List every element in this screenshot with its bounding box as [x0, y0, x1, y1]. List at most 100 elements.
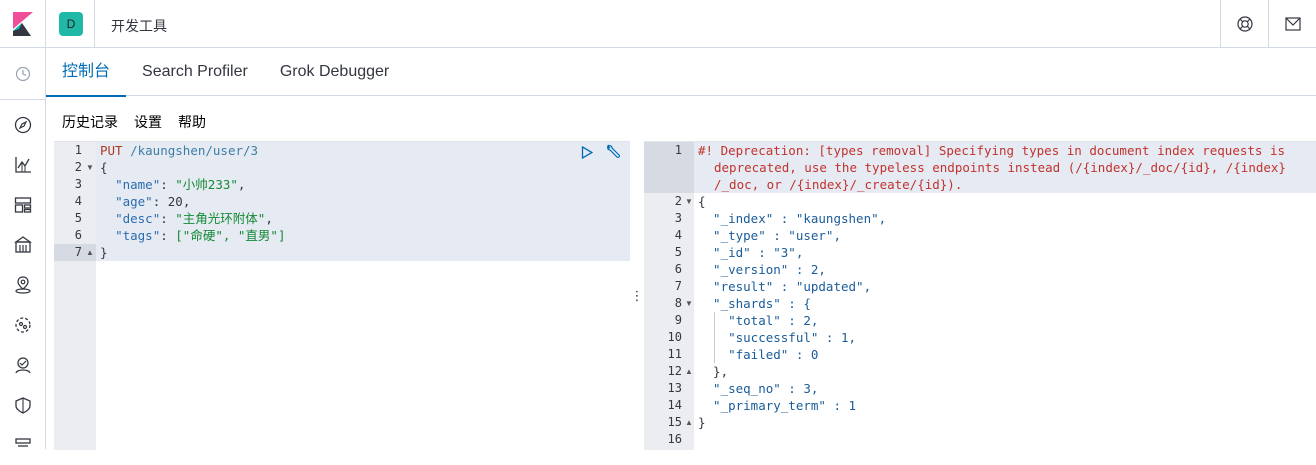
response-line: "failed" : 0	[698, 347, 819, 362]
compass-icon	[14, 116, 32, 134]
json-key: "desc"	[115, 211, 161, 226]
nav-visualize[interactable]	[0, 145, 46, 185]
line-number: 16	[667, 432, 682, 446]
response-line: }	[698, 415, 706, 430]
json-key: "tags"	[115, 228, 161, 243]
apm-icon	[15, 357, 31, 374]
help-lifebuoy-icon	[1236, 16, 1253, 32]
logs-icon	[15, 438, 31, 447]
line-number: 14	[667, 398, 682, 412]
history-link[interactable]: 历史记录	[62, 112, 118, 132]
line-number: 6	[74, 228, 82, 242]
nav-dashboard[interactable]	[0, 185, 46, 225]
response-line: "total" : 2,	[698, 313, 819, 328]
send-request-button[interactable]	[578, 144, 596, 160]
tab-console[interactable]: 控制台	[46, 48, 127, 97]
deprecation-warning: #! Deprecation: [types removal] Specifyi…	[698, 143, 1285, 158]
fold-toggle-icon[interactable]: ▲	[86, 244, 94, 261]
canvas-icon	[14, 236, 32, 253]
newsfeed-button[interactable]	[1268, 0, 1316, 48]
devtools-tabs: 控制台 Search Profiler Grok Debugger	[46, 48, 1316, 97]
nav-discover[interactable]	[0, 105, 46, 145]
side-nav	[0, 48, 46, 449]
response-line: "_primary_term" : 1	[698, 398, 857, 413]
json-punct: ,	[182, 194, 191, 209]
line-number: 8	[674, 296, 682, 310]
kibana-logo-icon[interactable]	[0, 0, 46, 48]
line-number: 15	[667, 415, 682, 429]
space-avatar[interactable]: D	[59, 12, 83, 36]
line-number: 2	[74, 160, 82, 174]
deprecation-warning: deprecated, use the typeless endpoints i…	[714, 160, 1286, 175]
settings-link[interactable]: 设置	[134, 112, 162, 132]
response-line: "_shards" : {	[698, 296, 811, 311]
line-number: 2	[674, 194, 682, 208]
top-header: D 开发工具	[0, 0, 1316, 48]
fold-toggle-icon[interactable]: ▲	[685, 414, 693, 431]
nav-logs[interactable]	[0, 425, 46, 465]
line-number: 1	[74, 143, 82, 157]
request-line: "age": 20,	[115, 194, 191, 209]
visualize-icon	[15, 157, 31, 173]
nav-machine-learning[interactable]	[0, 305, 46, 345]
help-button[interactable]	[1220, 0, 1268, 48]
json-key: "age"	[115, 194, 153, 209]
tab-search-profiler[interactable]: Search Profiler	[126, 48, 264, 96]
line-number: 5	[674, 245, 682, 259]
json-punct: ,	[265, 211, 273, 226]
nav-canvas[interactable]	[0, 225, 46, 265]
json-value: 20	[167, 194, 183, 209]
line-number: 1	[674, 143, 682, 157]
response-viewer[interactable]: 1 2 ▼ 3 4 5 6 7 8 ▼ 9 10 11 12 ▲ 13 14 1…	[644, 141, 1316, 450]
deprecation-warning: /_doc, or /{index}/_create/{id}).	[714, 177, 963, 192]
response-line: "_id" : "3",	[698, 245, 804, 260]
breadcrumb-app-title: 开发工具	[111, 18, 167, 34]
response-line: "_seq_no" : 3,	[698, 381, 819, 396]
request-editor[interactable]: 1 2 ▼ 3 4 5 6 7 ▲ PUT /kaungshen/user/3 …	[54, 141, 630, 450]
mail-icon	[1284, 17, 1301, 31]
fold-toggle-icon[interactable]: ▼	[685, 193, 693, 210]
drag-handle-icon: ⋮	[630, 287, 644, 303]
dashboard-icon	[14, 197, 32, 213]
line-number: 4	[74, 194, 82, 208]
request-line: {	[100, 160, 108, 175]
wrench-icon	[606, 144, 620, 158]
fold-toggle-icon[interactable]: ▲	[685, 363, 693, 380]
line-number: 3	[74, 177, 82, 191]
play-icon	[581, 145, 593, 159]
line-number: 9	[674, 313, 682, 327]
nav-siem[interactable]	[0, 385, 46, 425]
line-number: 3	[674, 211, 682, 225]
fold-toggle-icon[interactable]: ▼	[86, 159, 94, 176]
nav-maps[interactable]	[0, 265, 46, 305]
tab-grok-debugger[interactable]: Grok Debugger	[264, 48, 405, 96]
json-value: "主角光环附体"	[175, 211, 266, 226]
line-number: 13	[667, 381, 682, 395]
request-actions	[578, 144, 622, 160]
recently-viewed-button[interactable]	[0, 48, 46, 100]
json-value: "小帅233"	[175, 177, 238, 192]
header-divider	[94, 0, 95, 48]
line-number: 6	[674, 262, 682, 276]
maps-icon	[15, 276, 31, 294]
line-number: 7	[674, 279, 682, 293]
json-key: "name"	[115, 177, 161, 192]
request-line: "tags": ["命硬", "直男"]	[115, 228, 286, 243]
line-number: 5	[74, 211, 82, 225]
response-line: },	[698, 364, 729, 379]
help-link[interactable]: 帮助	[178, 112, 206, 132]
request-settings-button[interactable]	[604, 144, 622, 160]
nav-apm[interactable]	[0, 345, 46, 385]
json-punct: ,	[237, 177, 246, 192]
fold-toggle-icon[interactable]: ▼	[685, 295, 693, 312]
request-url: /kaungshen/user/3	[130, 143, 259, 158]
console-menu: 历史记录 设置 帮助	[62, 112, 206, 132]
siem-icon	[15, 397, 31, 414]
ml-icon	[15, 317, 31, 333]
clock-icon	[15, 66, 31, 81]
response-line: "_type" : "user",	[698, 228, 841, 243]
response-line: "successful" : 1,	[698, 330, 857, 345]
panel-resizer[interactable]: ⋮	[630, 141, 644, 449]
request-line: "name": "小帅233",	[115, 177, 246, 192]
request-line: }	[100, 245, 108, 260]
